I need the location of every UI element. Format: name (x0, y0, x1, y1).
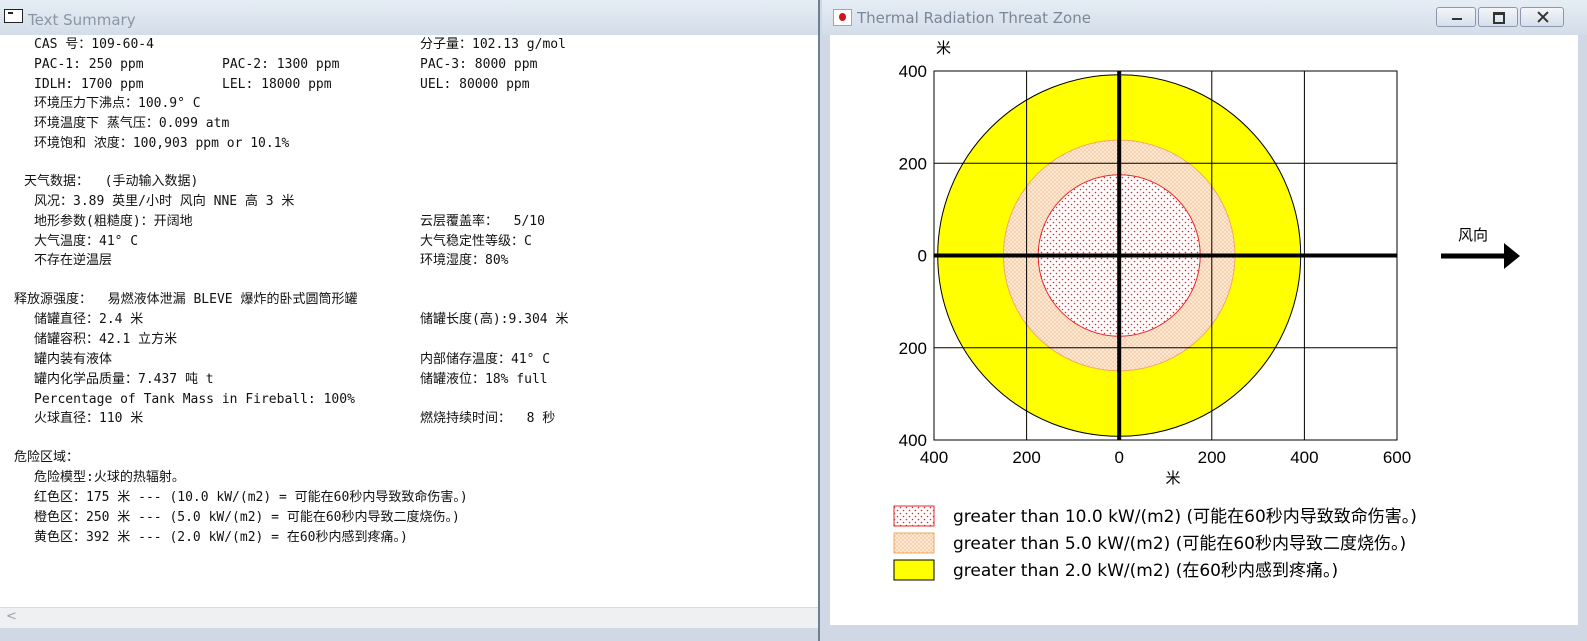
y-tick-label: 200 (899, 154, 927, 173)
uel-value: UEL: 80000 ppm (420, 77, 530, 92)
terrain-info: 地形参数(粗糙度)：开阔地 (34, 214, 193, 229)
fireball-diameter: 火球直径：110 米 (34, 411, 144, 426)
y-tick-label: 0 (918, 247, 927, 266)
molecular-weight: 分子量：102.13 g/mol (420, 37, 566, 52)
threat-zone-chart: 米 米 400 200 0 200 400 600 400 200 0 200 400 风向 gr… (893, 39, 1520, 581)
orange-zone-line: 橙色区：250 米 --- (5.0 kW/(m2) = 可能在60秒内导致二度… (34, 510, 460, 525)
x-tick-label: 600 (1383, 448, 1411, 467)
pac3-value: PAC-3: 8000 ppm (420, 57, 538, 72)
tank-level: 储罐液位：18% full (420, 372, 548, 387)
text-summary-window: Text Summary CAS 号：109-60-4 分子量：102.13 g… (0, 0, 820, 641)
y-tick-label: 200 (899, 339, 927, 358)
pac1-value: PAC-1: 250 ppm (34, 57, 144, 72)
tank-length: 储罐长度(高):9.304 米 (420, 312, 569, 327)
y-axis-unit-label: 米 (936, 39, 951, 57)
threat-zone-window: Thermal Radiation Threat Zone 米 米 400 20… (822, 0, 1587, 641)
legend-orange-swatch (893, 532, 935, 554)
horizontal-scrollbar[interactable]: < (0, 607, 818, 628)
summary-text-area[interactable]: CAS 号：109-60-4 分子量：102.13 g/mol PAC-1: 2… (0, 35, 818, 605)
yellow-zone-line: 黄色区：392 米 --- (2.0 kW/(m2) = 在60秒内感到疼痛。) (34, 530, 408, 545)
y-tick-label: 400 (899, 62, 927, 81)
legend-yellow-label: greater than 2.0 kW/(m2) (在60秒内感到疼痛。) (953, 561, 1338, 581)
close-button[interactable] (1520, 7, 1564, 27)
cas-number: CAS 号：109-60-4 (34, 37, 154, 52)
x-tick-label: 400 (920, 448, 948, 467)
threat-zone-titlebar[interactable]: Thermal Radiation Threat Zone (822, 0, 1587, 35)
text-summary-title: Text Summary (28, 11, 136, 29)
legend-red-label: greater than 10.0 kW/(m2) (可能在60秒内导致致命伤害… (953, 507, 1417, 527)
legend-yellow-swatch (893, 559, 935, 581)
vapor-pressure: 环境温度下 蒸气压：0.099 atm (34, 116, 230, 131)
humidity-info: 环境湿度：80% (420, 253, 509, 268)
tank-volume: 储罐容积：42.1 立方米 (34, 332, 178, 347)
burn-duration: 燃烧持续时间： 8 秒 (420, 411, 556, 426)
source-heading: 释放源强度： 易燃液体泄漏 BLEVE 爆炸的卧式圆筒形罐 (14, 292, 358, 307)
x-tick-label: 200 (1012, 448, 1040, 467)
fireball-percentage: Percentage of Tank Mass in Fireball: 100… (34, 392, 355, 407)
wind-direction-indicator: 风向 (1441, 226, 1520, 269)
x-tick-label: 400 (1290, 448, 1318, 467)
text-summary-titlebar[interactable]: Text Summary (0, 0, 818, 35)
pac2-value: PAC-2: 1300 ppm (222, 57, 340, 72)
red-zone-line: 红色区：175 米 --- (10.0 kW/(m2) = 可能在60秒内导致致… (34, 490, 468, 505)
scroll-left-arrow-icon[interactable]: < (6, 609, 17, 624)
air-temperature: 大气温度：41° C (34, 234, 139, 249)
wind-info: 风况：3.89 英里/小时 风向 NNE 高 3 米 (34, 194, 295, 209)
x-tick-label: 0 (1114, 448, 1123, 467)
tank-diameter: 储罐直径：2.4 米 (34, 312, 144, 327)
hazard-model: 危险模型:火球的热辐射。 (34, 470, 185, 485)
storage-temperature: 内部储存温度：41° C (420, 352, 551, 367)
threat-zone-title: Thermal Radiation Threat Zone (857, 9, 1091, 27)
x-axis-unit-label: 米 (1165, 469, 1180, 487)
text-window-icon (4, 9, 23, 23)
weather-heading: 天气数据： (手动输入数据) (24, 174, 199, 189)
idlh-value: IDLH: 1700 ppm (34, 77, 144, 92)
threat-zone-app-icon (833, 9, 852, 26)
cloud-cover: 云层覆盖率： 5/10 (420, 214, 545, 229)
x-tick-label: 200 (1198, 448, 1226, 467)
tank-contents: 罐内装有液体 (34, 352, 113, 367)
lel-value: LEL: 18000 ppm (222, 77, 332, 92)
boiling-point: 环境压力下沸点：100.9° C (34, 96, 201, 111)
maximize-button[interactable] (1478, 7, 1518, 27)
legend-red-swatch (893, 505, 935, 527)
wind-direction-arrow-icon (1504, 243, 1520, 269)
window-bottom-edge (0, 628, 818, 641)
wind-direction-label: 风向 (1458, 226, 1488, 244)
inversion-info: 不存在逆温层 (34, 253, 113, 268)
minimize-button[interactable] (1436, 7, 1476, 27)
threat-zone-plot-panel: 米 米 400 200 0 200 400 600 400 200 0 200 400 风向 gr… (830, 35, 1578, 625)
legend-orange-label: greater than 5.0 kW/(m2) (可能在60秒内导致二度烧伤。… (953, 534, 1406, 554)
stability-class: 大气稳定性等级：C (420, 234, 532, 249)
hazard-heading: 危险区域： (14, 450, 80, 465)
chemical-mass: 罐内化学品质量：7.437 吨 t (34, 372, 214, 387)
saturation-conc: 环境饱和 浓度：100,903 ppm or 10.1% (34, 136, 290, 151)
y-tick-label: 400 (899, 431, 927, 450)
